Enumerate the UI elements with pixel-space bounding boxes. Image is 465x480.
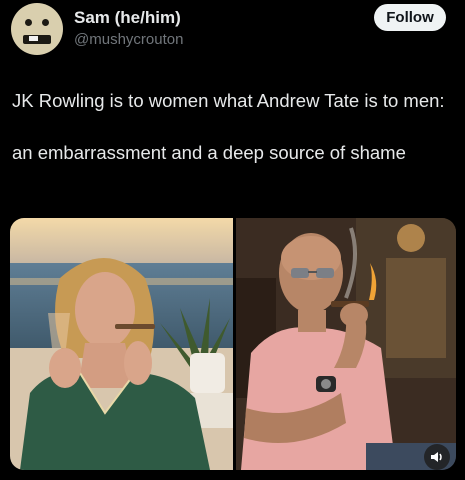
avatar-tooth xyxy=(29,36,38,41)
tweet-header: Sam (he/him) @mushycrouton Follow xyxy=(0,0,465,70)
media-grid[interactable] xyxy=(10,218,456,470)
tweet-text-line-2: an embarrassment and a deep source of sh… xyxy=(12,142,406,163)
author-handle[interactable]: @mushycrouton xyxy=(74,31,183,48)
photo-man-cigar[interactable] xyxy=(236,218,456,470)
sound-toggle-button[interactable] xyxy=(424,444,450,470)
tweet-text-line-1: JK Rowling is to women what Andrew Tate … xyxy=(12,90,445,111)
avatar[interactable] xyxy=(11,3,63,55)
photo-woman-cigar[interactable] xyxy=(10,218,233,470)
avatar-eye-right xyxy=(42,19,49,26)
follow-button[interactable]: Follow xyxy=(374,4,446,31)
speaker-icon xyxy=(431,452,442,462)
tweet-text: JK Rowling is to women what Andrew Tate … xyxy=(12,88,452,166)
avatar-eye-left xyxy=(25,19,32,26)
author-display-name[interactable]: Sam (he/him) xyxy=(74,8,181,28)
